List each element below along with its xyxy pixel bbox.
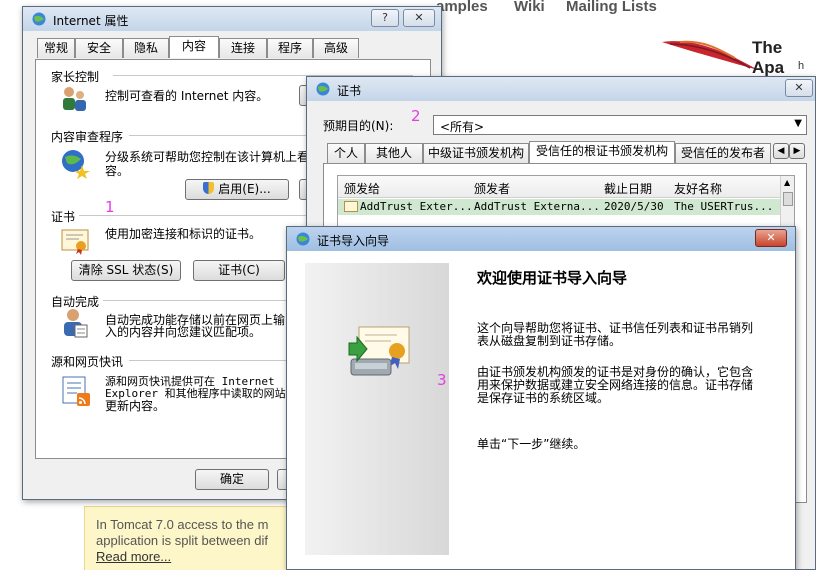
chevron-down-icon: ▼	[794, 118, 802, 129]
cell-expires: 2020/5/30	[604, 200, 664, 213]
tab-security[interactable]: 安全	[75, 38, 123, 58]
tab-trusted-root-ca[interactable]: 受信任的根证书颁发机构	[529, 141, 675, 163]
advisor-desc-2: 容。	[105, 164, 130, 178]
section-title-feeds: 源和网页快讯	[51, 355, 124, 369]
read-more-link[interactable]: Read more...	[96, 549, 171, 564]
apache-logo-subtext: h	[798, 60, 805, 72]
marker-3: 3	[437, 371, 447, 389]
section-title-content-advisor: 内容审查程序	[51, 130, 124, 144]
close-button[interactable]: ✕	[785, 79, 813, 97]
autocomplete-user-icon	[64, 309, 88, 338]
column-header-friendly-name[interactable]: 友好名称	[674, 180, 722, 197]
scroll-up-icon: ▲	[784, 178, 791, 187]
ie-dialog-title: Internet 属性	[53, 14, 129, 28]
cell-issued-by: AddTrust Externa...	[474, 200, 600, 213]
ie-tabs: 常规 安全 隐私 内容 连接 程序 高级	[37, 36, 437, 60]
tab-intermediate-ca[interactable]: 中级证书颁发机构	[423, 143, 529, 163]
advisor-desc-1: 分级系统可帮助您控制在该计算机上看	[105, 150, 310, 164]
cell-friendly-name: The USERTrus...	[674, 200, 774, 213]
tab-content[interactable]: 内容	[169, 36, 219, 58]
certificate-import-wizard: 证书导入向导 ✕ 3 欢迎使用证书导入向导 这个向导帮助您将证书、证书信任列表和…	[286, 226, 796, 570]
purpose-select[interactable]: <所有> ▼	[433, 115, 807, 135]
nav-item-wiki[interactable]: Wiki	[514, 0, 545, 15]
clear-ssl-button[interactable]: 清除 SSL 状态(S)	[71, 260, 181, 281]
tab-personal[interactable]: 个人	[327, 143, 365, 163]
internet-globe-icon	[32, 12, 46, 26]
autocomplete-desc-2: 入的内容并向您建议匹配项。	[105, 325, 262, 339]
purpose-label: 预期目的(N):	[323, 119, 394, 133]
tab-connections[interactable]: 连接	[219, 38, 267, 58]
certs-desc: 使用加密连接和标识的证书。	[105, 227, 262, 241]
column-header-issued-by[interactable]: 颁发者	[474, 180, 510, 197]
notice-box: In Tomcat 7.0 access to the m applicatio…	[84, 506, 294, 570]
wizard-para1-line2: 表从磁盘复制到证书存储。	[477, 334, 622, 348]
certificate-icon	[61, 229, 89, 255]
cert-titlebar[interactable]: 证书 ✕	[307, 77, 815, 101]
cert-list-header: 颁发给 颁发者 截止日期 友好名称	[338, 176, 780, 198]
ok-button[interactable]: 确定	[195, 469, 269, 490]
tab-other-people[interactable]: 其他人	[365, 143, 423, 163]
feeds-desc-3: 更新内容。	[105, 399, 166, 413]
shield-icon	[203, 182, 215, 194]
apache-logo-text: The Apa	[752, 38, 785, 77]
help-button[interactable]: ?	[371, 9, 399, 27]
small-certificate-icon	[344, 201, 358, 212]
tab-scroll-right-button[interactable]: ▶	[789, 143, 805, 159]
column-header-issued-to[interactable]: 颁发给	[344, 180, 380, 197]
wizard-title: 证书导入向导	[317, 234, 390, 248]
wizard-para2-line3: 是保存证书的系统区域。	[477, 391, 610, 405]
scrollbar-thumb[interactable]	[783, 192, 793, 206]
tab-trusted-publishers[interactable]: 受信任的发布者	[675, 143, 771, 163]
tab-general[interactable]: 常规	[37, 38, 75, 58]
enable-label: 启用(E)...	[218, 182, 271, 196]
nav-item-examples[interactable]: amples	[436, 0, 488, 15]
column-header-expires[interactable]: 截止日期	[604, 180, 652, 197]
notice-line-1: In Tomcat 7.0 access to the m	[96, 517, 269, 532]
tab-scroll-left-button[interactable]: ◀	[773, 143, 789, 159]
marker-2: 2	[411, 107, 421, 125]
wizard-titlebar[interactable]: 证书导入向导 ✕	[287, 227, 795, 251]
enable-advisor-button[interactable]: 启用(E)...	[185, 179, 289, 200]
marker-1: 1	[105, 198, 115, 216]
wizard-para3: 单击“下一步”继续。	[477, 437, 586, 451]
close-button[interactable]: ✕	[755, 229, 787, 247]
rss-feed-icon	[62, 376, 90, 406]
wizard-side-banner	[305, 263, 449, 555]
purpose-value: <所有>	[440, 120, 485, 134]
tab-programs[interactable]: 程序	[267, 38, 313, 58]
cert-dialog-title: 证书	[337, 84, 362, 98]
family-users-icon	[63, 87, 86, 111]
certificate-import-icon	[348, 326, 410, 376]
wizard-heading: 欢迎使用证书导入向导	[477, 269, 628, 287]
section-title-certificates: 证书	[51, 210, 76, 224]
close-button[interactable]: ✕	[403, 9, 435, 27]
tab-privacy[interactable]: 隐私	[123, 38, 169, 58]
globe-star-icon	[62, 150, 90, 179]
notice-line-2: application is split between dif	[96, 533, 268, 548]
tab-advanced[interactable]: 高级	[313, 38, 359, 58]
parental-desc: 控制可查看的 Internet 内容。	[105, 89, 269, 103]
cell-issued-to: AddTrust Exter...	[360, 200, 473, 213]
internet-globe-icon	[316, 82, 330, 96]
table-row[interactable]: AddTrust Exter... AddTrust Externa... 20…	[338, 199, 780, 215]
ie-titlebar[interactable]: Internet 属性 ? ✕	[23, 7, 441, 31]
apache-feather-logo	[662, 40, 758, 70]
internet-globe-icon	[296, 232, 310, 246]
certificates-button[interactable]: 证书(C)	[193, 260, 285, 281]
nav-item-mailing-lists[interactable]: Mailing Lists	[566, 0, 657, 15]
